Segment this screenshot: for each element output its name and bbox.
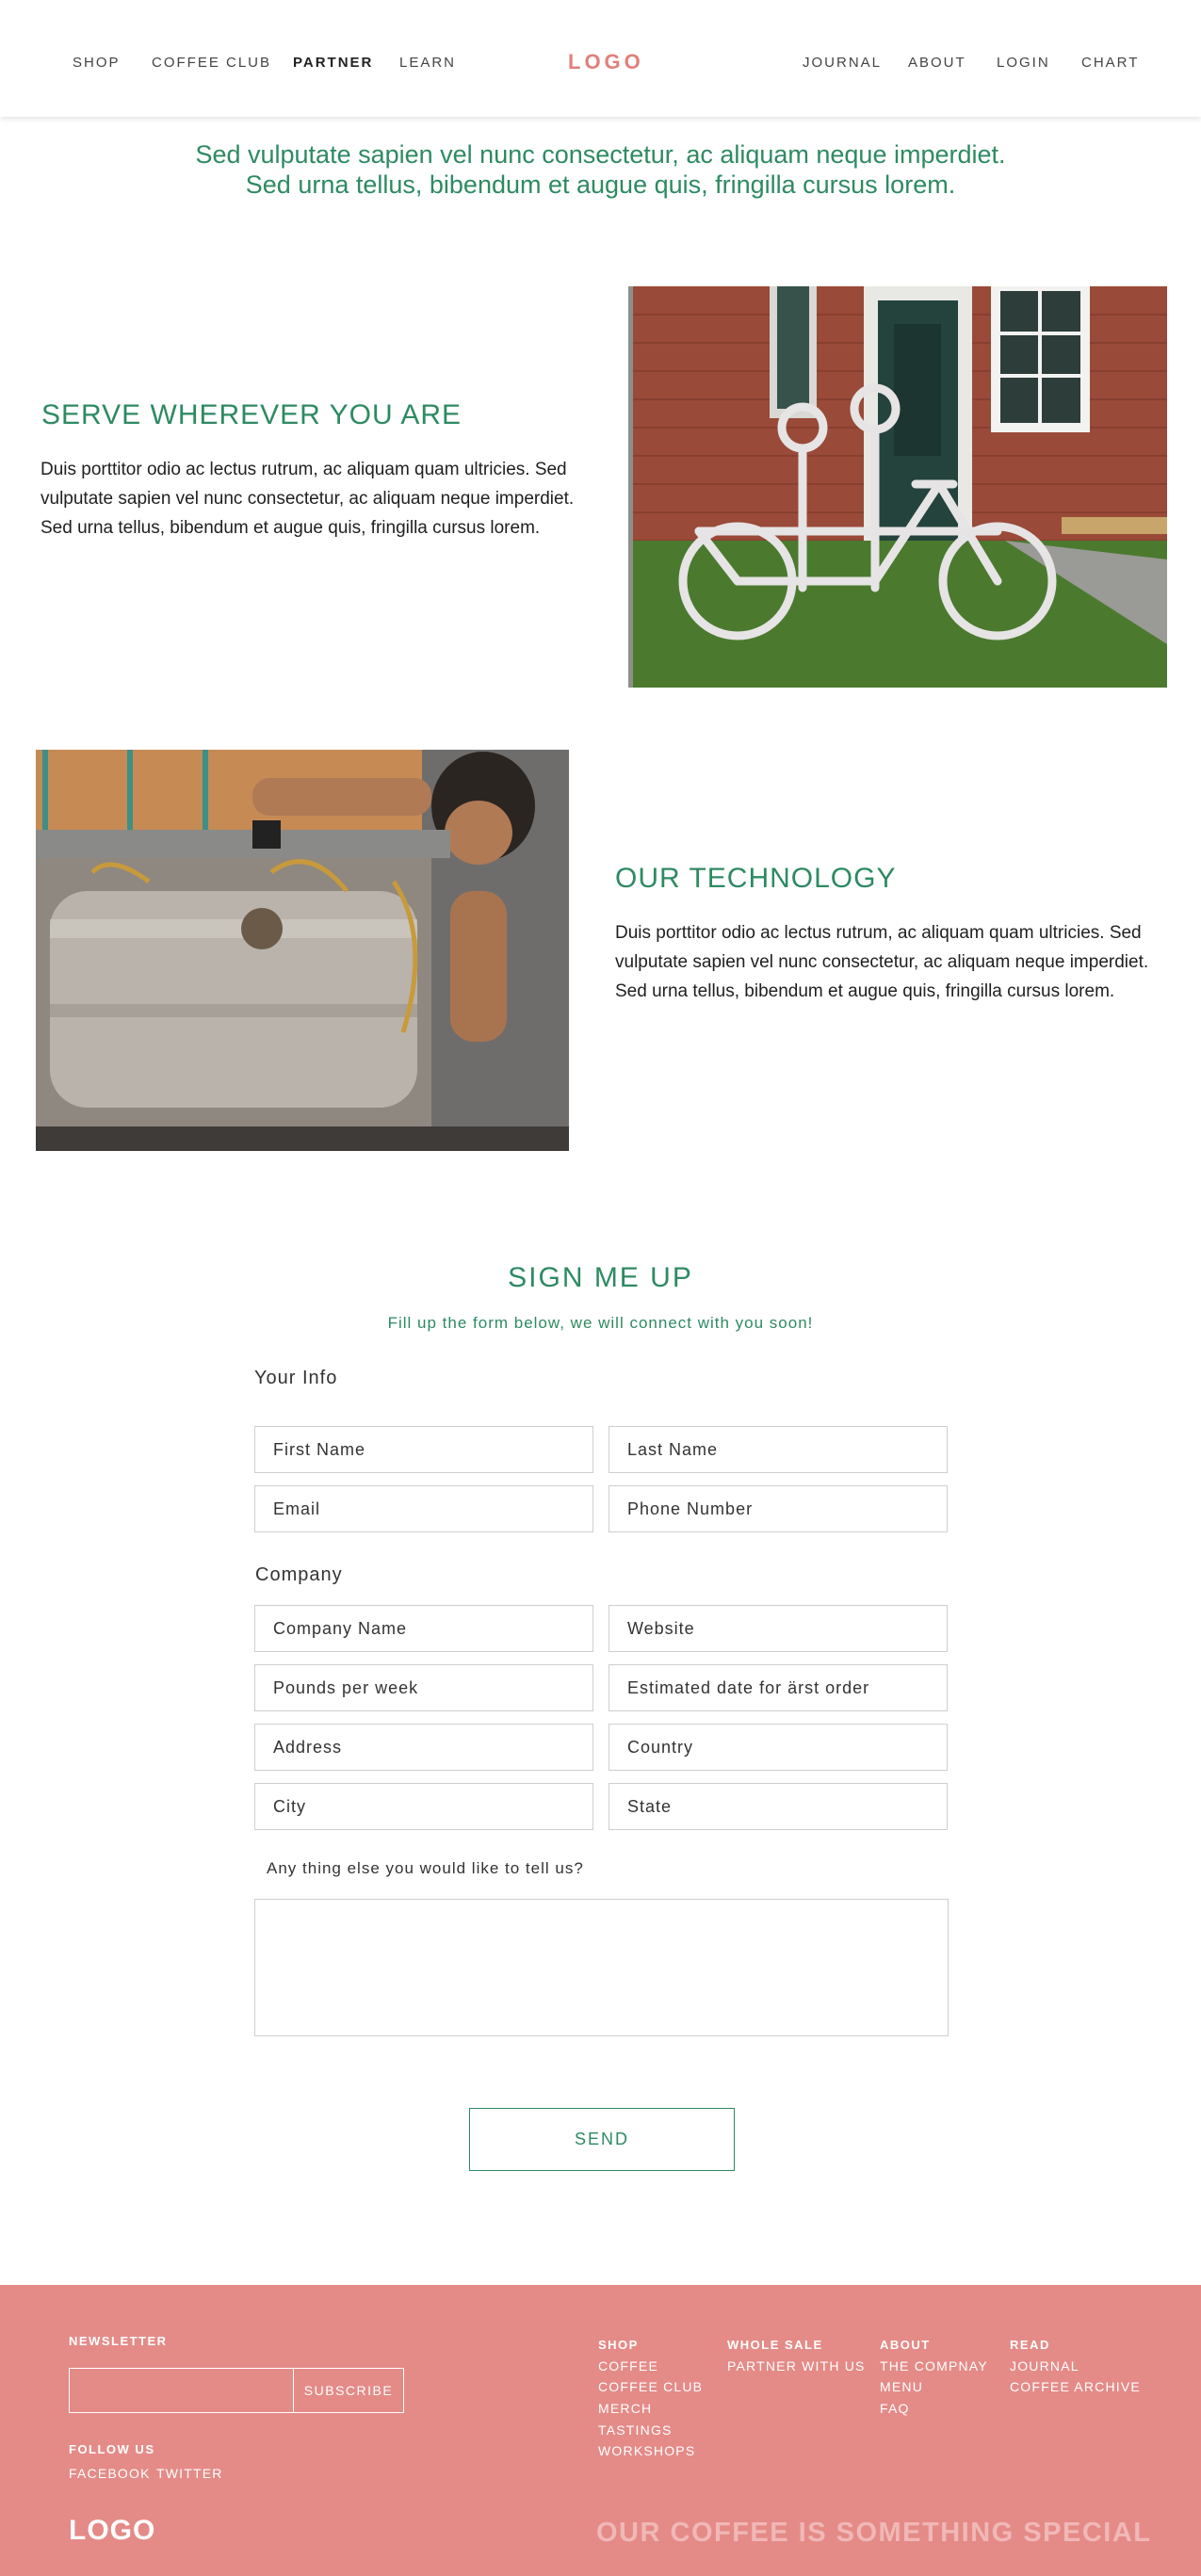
footer-link-partner-with-us[interactable]: PARTNER WITH US: [727, 2358, 866, 2373]
phone-field[interactable]: [609, 1485, 948, 1532]
newsletter-email-input[interactable]: [69, 2368, 294, 2413]
footer-link-company[interactable]: THE COMPNAY: [880, 2358, 988, 2373]
message-label: Any thing else you would like to tell us…: [267, 1859, 584, 1877]
footer-about-heading: ABOUT: [880, 2338, 931, 2352]
address-field[interactable]: [254, 1724, 593, 1771]
bike-rack-illustration: [628, 286, 1167, 688]
footer-tagline: OUR COFFEE IS SOMETHING SPECIAL: [596, 2518, 1152, 2548]
espresso-machine-illustration: [36, 750, 569, 1151]
intro-text: Sed vulputate sapien vel nunc consectetu…: [94, 139, 1107, 200]
technology-body: Duis porttitor odio ac lectus rutrum, ac…: [615, 923, 1149, 1001]
footer-shop-heading: SHOP: [598, 2338, 639, 2352]
facebook-link[interactable]: FACEBOOK: [69, 2466, 151, 2481]
nav-about[interactable]: ABOUT: [908, 55, 966, 72]
footer-link-merch[interactable]: MERCH: [598, 2401, 652, 2416]
signup-title: SIGN ME UP: [508, 1262, 693, 1293]
footer-wholesale-heading: WHOLE SALE: [727, 2338, 823, 2352]
footer-link-menu[interactable]: MENU: [880, 2379, 923, 2394]
twitter-link[interactable]: TWITTER: [156, 2466, 223, 2481]
city-field[interactable]: [254, 1783, 593, 1830]
send-button[interactable]: SEND: [469, 2108, 735, 2171]
company-name-field[interactable]: [254, 1605, 593, 1652]
intro-line-1: Sed vulputate sapien vel nunc consectetu…: [195, 140, 1006, 169]
last-name-field[interactable]: [609, 1426, 948, 1473]
nav-partner[interactable]: PARTNER: [293, 55, 373, 72]
pounds-per-week-field[interactable]: [254, 1664, 593, 1711]
top-navigation: SHOP COFFEE CLUB PARTNER LEARN LOGO JOUR…: [0, 0, 1201, 117]
company-heading: Company: [255, 1564, 343, 1585]
site-logo[interactable]: LOGO: [568, 50, 644, 74]
nav-chart[interactable]: CHART: [1081, 55, 1139, 72]
your-info-heading: Your Info: [254, 1368, 338, 1388]
technology-title: OUR TECHNOLOGY: [615, 863, 897, 894]
follow-us-heading: FOLLOW US: [69, 2442, 155, 2456]
signup-subtitle: Fill up the form below, we will connect …: [387, 1314, 814, 1332]
message-textarea[interactable]: [254, 1899, 949, 2036]
newsletter-heading: NEWSLETTER: [69, 2334, 168, 2348]
nav-coffee-club[interactable]: COFFEE CLUB: [152, 55, 271, 72]
email-field[interactable]: [254, 1485, 593, 1532]
state-field[interactable]: [609, 1783, 948, 1830]
serve-title: SERVE WHEREVER YOU ARE: [41, 399, 463, 430]
nav-login[interactable]: LOGIN: [997, 55, 1050, 72]
nav-learn[interactable]: LEARN: [399, 55, 456, 72]
first-order-date-field[interactable]: [609, 1664, 948, 1711]
footer-link-faq[interactable]: FAQ: [880, 2401, 910, 2416]
footer-link-journal[interactable]: JOURNAL: [1010, 2358, 1079, 2373]
website-field[interactable]: [609, 1605, 948, 1652]
footer-link-coffee-club[interactable]: COFFEE CLUB: [598, 2379, 703, 2394]
country-field[interactable]: [609, 1724, 948, 1771]
nav-journal[interactable]: JOURNAL: [803, 55, 882, 72]
espresso-machine-photo: [36, 750, 569, 1151]
bike-rack-photo: [628, 286, 1167, 688]
nav-shop[interactable]: SHOP: [73, 55, 121, 72]
footer-link-coffee-archive[interactable]: COFFEE ARCHIVE: [1010, 2379, 1141, 2394]
footer-logo[interactable]: LOGO: [69, 2515, 155, 2547]
footer-link-tastings[interactable]: TASTINGS: [598, 2422, 673, 2438]
footer: NEWSLETTER SUBSCRIBE FOLLOW US FACEBOOK …: [0, 2285, 1201, 2576]
footer-link-workshops[interactable]: WORKSHOPS: [598, 2443, 695, 2458]
subscribe-button[interactable]: SUBSCRIBE: [293, 2368, 404, 2413]
first-name-field[interactable]: [254, 1426, 593, 1473]
intro-line-2: Sed urna tellus, bibendum et augue quis,…: [245, 170, 956, 199]
footer-link-coffee[interactable]: COFFEE: [598, 2358, 658, 2373]
footer-read-heading: READ: [1010, 2338, 1050, 2352]
serve-body: Duis porttitor odio ac lectus rutrum, ac…: [41, 460, 575, 538]
